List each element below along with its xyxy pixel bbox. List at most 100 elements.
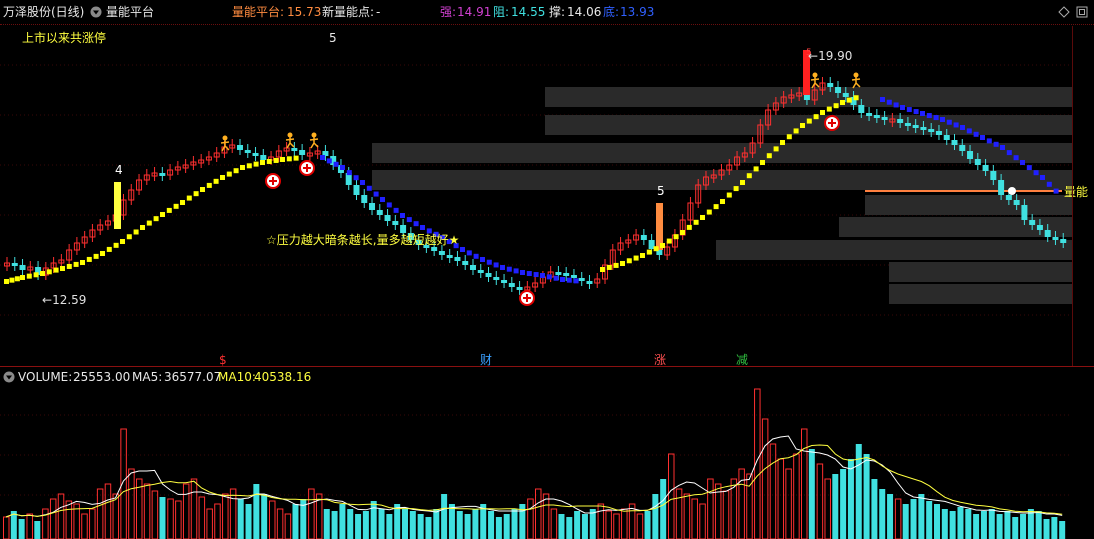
ma-dot	[880, 97, 885, 102]
ma-dot	[526, 271, 532, 277]
candle-body	[998, 180, 1005, 195]
volume-bar	[284, 513, 292, 539]
ma-dot	[126, 234, 132, 240]
volume-bar	[206, 508, 213, 539]
volume-bar	[308, 488, 315, 539]
ma-dot	[553, 275, 559, 281]
ma-dot	[600, 267, 605, 272]
event-marker[interactable]: 财	[480, 353, 492, 367]
event-marker[interactable]: 减	[736, 353, 748, 367]
volume-bar	[81, 513, 88, 539]
ma-dot	[153, 216, 159, 222]
ma-dot	[353, 175, 359, 181]
volume-bar	[980, 511, 987, 539]
ma-dot	[1033, 170, 1039, 176]
ma-dot	[113, 242, 119, 248]
candle-body	[1052, 237, 1059, 240]
volume-label: VOLUME:	[18, 370, 73, 384]
volume-bar	[1059, 521, 1066, 539]
ma-dot	[800, 123, 805, 128]
ma-dot	[173, 203, 179, 209]
volume-collapse-icon[interactable]	[3, 371, 15, 383]
price-chart[interactable]	[0, 25, 1094, 367]
ma5-label: MA5:	[132, 370, 163, 384]
ma-dot	[500, 265, 505, 270]
ma-dot	[533, 272, 539, 278]
volume-bar	[167, 498, 174, 539]
volume-bar	[378, 509, 385, 539]
volume-bar	[394, 504, 401, 539]
ma-dot	[346, 170, 352, 176]
volume-bar	[456, 511, 463, 539]
volume-bar	[840, 469, 847, 539]
ma-dot	[620, 261, 625, 266]
ma-dot	[633, 255, 639, 261]
volume-bar	[816, 463, 824, 539]
volume-bar	[190, 478, 198, 539]
ma-dot	[80, 260, 85, 265]
volume-bar	[26, 513, 33, 539]
ma-dot	[66, 263, 72, 269]
candle-body	[477, 270, 484, 273]
ma-dot	[273, 157, 279, 163]
volume-bar	[370, 501, 377, 539]
limit-up-candle	[114, 182, 121, 229]
ma-dot	[73, 261, 79, 267]
volume-bar	[605, 510, 612, 539]
ma-dot	[486, 259, 492, 265]
candle-body	[260, 155, 267, 160]
volume-bar	[104, 483, 112, 539]
volume-bar	[89, 508, 96, 539]
runner-icon	[853, 72, 859, 78]
new-point-label: 新量能点:	[322, 5, 375, 19]
ma-dot	[920, 111, 925, 116]
ma-dot	[946, 119, 952, 125]
ma-dot	[340, 165, 345, 170]
volume-bar	[668, 453, 675, 539]
ma-dot	[733, 186, 739, 192]
volume-bar	[229, 488, 237, 539]
ma-dot	[53, 267, 59, 273]
ma-dot	[413, 221, 419, 227]
ma-dot	[473, 253, 479, 259]
high-price-label: ←19.90	[808, 49, 853, 63]
candle-body	[904, 123, 911, 126]
diamond-icon[interactable]	[1058, 6, 1070, 18]
indicator-dropdown-icon[interactable]	[90, 6, 102, 18]
ma-dot	[260, 160, 265, 165]
ma-dot	[120, 239, 125, 244]
volume-bar	[96, 488, 104, 539]
event-marker[interactable]: $	[219, 353, 227, 367]
candle-body	[501, 280, 508, 283]
restore-window-icon[interactable]	[1076, 6, 1088, 18]
ma-dot	[326, 158, 332, 164]
pressure-bar	[889, 284, 1072, 304]
ma10-value: 40538.16	[254, 370, 312, 384]
volume-bar	[926, 501, 933, 539]
ma-dot	[166, 207, 172, 213]
event-marker[interactable]: 涨	[654, 353, 666, 367]
volume-chart[interactable]	[0, 385, 1094, 539]
pressure-bar	[889, 262, 1072, 282]
limit-up-candle	[656, 203, 663, 250]
candle-body	[974, 159, 981, 165]
ma-dot	[826, 106, 832, 112]
pressure-bar	[913, 195, 1072, 215]
volume-bar	[973, 514, 980, 539]
pressure-bar	[372, 143, 1072, 163]
volume-bar	[433, 509, 440, 539]
ma-dot	[373, 191, 379, 197]
limit-up-count: 5	[329, 31, 337, 45]
volume-bar	[511, 509, 518, 539]
ma-dot	[966, 128, 972, 134]
volume-bar	[793, 453, 800, 539]
volume-bar	[581, 514, 588, 539]
platform-marker	[1008, 187, 1016, 195]
ma-dot	[973, 131, 979, 137]
candle-body	[835, 87, 842, 93]
ma-dot	[213, 178, 219, 184]
volume-bar	[402, 509, 408, 539]
indicator-name[interactable]: 量能平台	[106, 5, 154, 19]
candle-body	[361, 195, 368, 203]
stock-title[interactable]: 万泽股份(日线)	[3, 5, 84, 19]
